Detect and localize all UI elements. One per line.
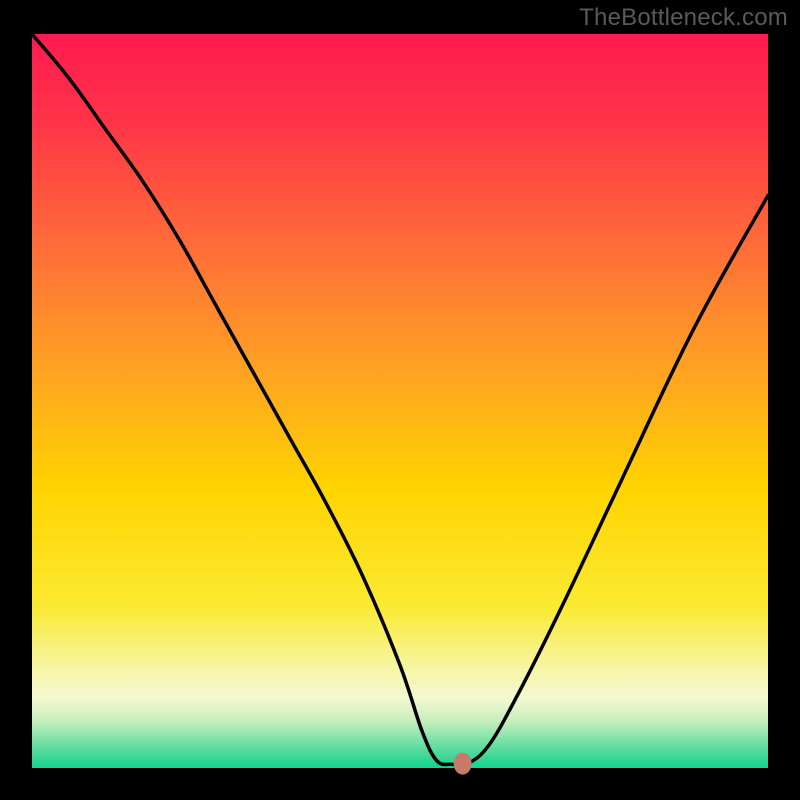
chart-frame: TheBottleneck.com [0, 0, 800, 800]
optimum-marker [454, 753, 472, 775]
bottleneck-plot [0, 0, 800, 800]
